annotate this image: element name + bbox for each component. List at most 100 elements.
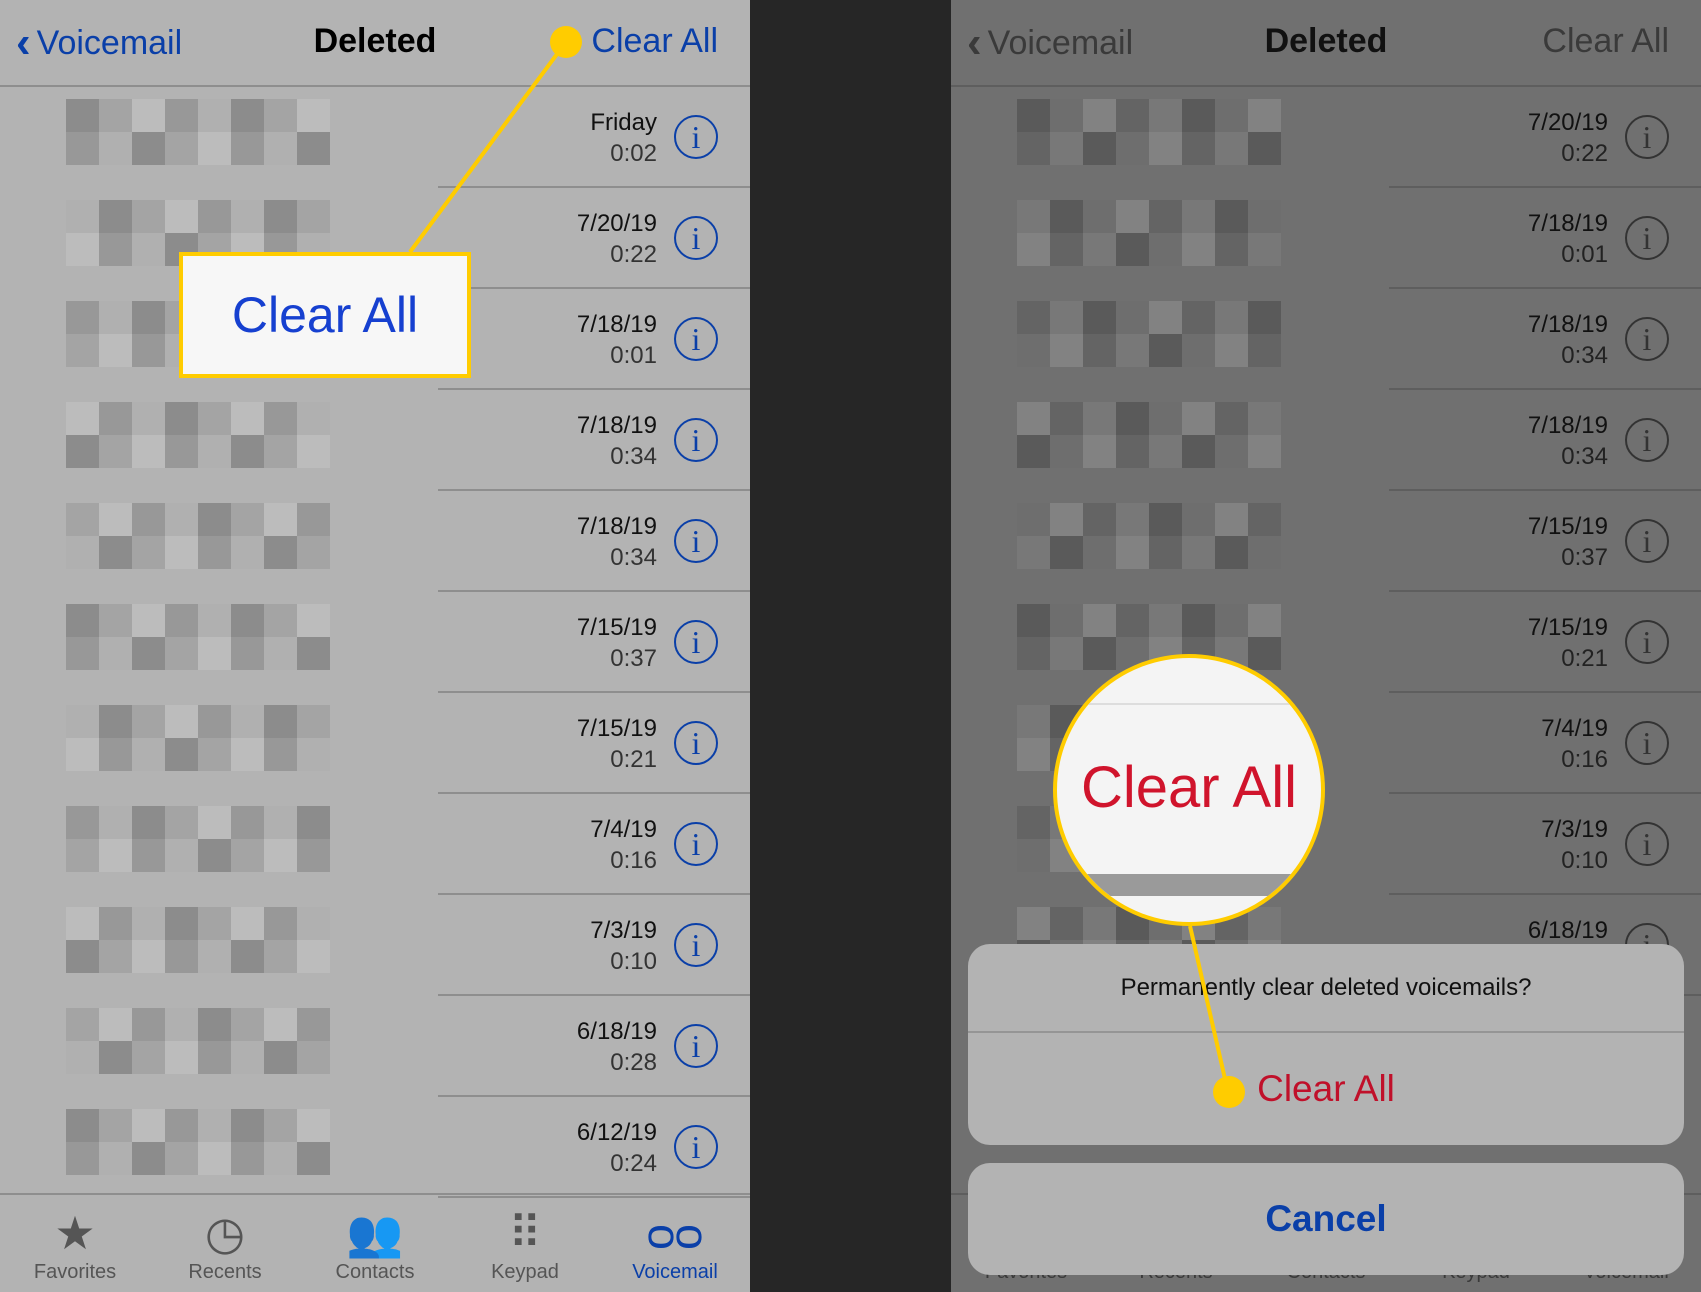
voicemail-row[interactable]: 7/4/19 0:16 i [0,794,750,895]
duration-text: 0:16 [610,847,657,874]
voicemail-date: 7/18/19 0:34 [577,410,657,472]
date-text: 7/15/19 [576,715,657,742]
voicemail-row[interactable]: 7/20/19 0:22 i [951,87,1701,188]
info-icon[interactable]: i [674,317,718,361]
confirm-clear-all-button[interactable]: Clear All [968,1033,1684,1145]
tab-recents[interactable]: ◷Recents [150,1195,300,1292]
date-text: 7/20/19 [576,210,657,237]
sheet-message: Permanently clear deleted voicemails? [1120,974,1532,1001]
voicemail-row[interactable]: Friday 0:02 i [0,87,750,188]
tab-keypad[interactable]: ⠿Keypad [450,1195,600,1292]
duration-text: 0:22 [610,241,657,268]
voicemail-row[interactable]: 7/3/19 0:10 i [0,895,750,996]
duration-text: 0:28 [610,1049,657,1076]
info-icon[interactable]: i [674,115,718,159]
date-text: 7/4/19 [590,816,657,843]
tab-voicemail[interactable]: ᴑᴑVoicemail [600,1195,750,1292]
info-icon[interactable]: i [674,923,718,967]
info-icon[interactable]: i [1625,317,1669,361]
voicemail-row[interactable]: 7/18/19 0:01 i [951,188,1701,289]
left-screen: ‹ Voicemail Deleted Clear All Friday 0:02 … [0,0,750,1292]
duration-text: 0:34 [1561,443,1608,470]
date-text: 7/15/19 [1527,513,1608,540]
date-text: 7/20/19 [1527,109,1608,136]
redacted-caller [1017,200,1281,266]
duration-text: 0:37 [1561,544,1608,571]
voicemail-row[interactable]: 7/18/19 0:34 i [0,390,750,491]
redacted-caller [66,604,330,670]
voicemail-row[interactable]: 7/18/19 0:34 i [0,491,750,592]
voicemail-date: 7/4/19 0:16 [1541,713,1608,775]
magnifier-circle: Clear All [1053,654,1325,926]
date-text: 7/15/19 [1527,614,1608,641]
date-text: 6/18/19 [1527,917,1608,944]
info-icon[interactable]: i [1625,620,1669,664]
voicemail-row[interactable]: 7/18/19 0:34 i [951,289,1701,390]
voicemail-row[interactable]: 7/15/19 0:37 i [0,592,750,693]
redacted-caller [1017,301,1281,367]
clear-all-button[interactable]: Clear All [1542,22,1669,61]
date-text: 7/3/19 [1541,816,1608,843]
info-icon[interactable]: i [674,1024,718,1068]
info-icon[interactable]: i [1625,418,1669,462]
info-icon[interactable]: i [674,721,718,765]
info-icon[interactable]: i [1625,721,1669,765]
voicemail-row[interactable]: 7/15/19 0:21 i [951,592,1701,693]
voicemail-date: Friday 0:02 [590,107,657,169]
redacted-caller [66,806,330,872]
tab-contacts[interactable]: 👥Contacts [300,1195,450,1292]
info-icon[interactable]: i [674,620,718,664]
info-icon[interactable]: i [1625,822,1669,866]
tab-favorites[interactable]: ★Favorites [0,1195,150,1292]
right-screen: ‹ Voicemail Deleted Clear All 7/20/19 0:22… [951,0,1701,1292]
duration-text: 0:24 [610,1150,657,1177]
tab-label: Contacts [335,1261,415,1283]
date-text: 7/18/19 [1527,412,1608,439]
info-icon[interactable]: i [674,519,718,563]
star-icon: ★ [54,1207,96,1259]
date-text: 6/18/19 [576,1018,657,1045]
voicemail-row[interactable]: 6/18/19 0:28 i [0,996,750,1097]
redacted-caller [66,99,330,165]
voicemail-row[interactable]: 7/15/19 0:21 i [0,693,750,794]
voicemail-date: 7/18/19 0:34 [1528,309,1608,371]
voicemail-date: 7/15/19 0:21 [577,713,657,775]
redacted-caller [66,1008,330,1074]
voicemail-icon: ᴑᴑ [647,1207,703,1259]
contacts-icon: 👥 [346,1207,404,1259]
voicemail-row[interactable]: 7/15/19 0:37 i [951,491,1701,592]
duration-text: 0:01 [1561,241,1608,268]
voicemail-date: 7/20/19 0:22 [1528,107,1608,169]
info-icon[interactable]: i [674,216,718,260]
duration-text: 0:16 [1561,746,1608,773]
duration-text: 0:01 [610,342,657,369]
info-icon[interactable]: i [674,418,718,462]
voicemail-date: 7/20/19 0:22 [577,208,657,270]
redacted-caller [1017,99,1281,165]
nav-bar: ‹ Voicemail Deleted Clear All [951,0,1701,87]
clear-all-button[interactable]: Clear All [591,22,718,61]
tab-label: Keypad [491,1261,559,1283]
date-text: 7/18/19 [576,513,657,540]
info-icon[interactable]: i [674,822,718,866]
duration-text: 0:10 [1561,847,1608,874]
duration-text: 0:22 [1561,140,1608,167]
voicemail-date: 6/18/19 [1528,915,1608,946]
action-sheet: Permanently clear deleted voicemails? Cl… [968,944,1684,1145]
info-icon[interactable]: i [1625,519,1669,563]
tab-label: Recents [188,1261,262,1283]
date-text: 6/12/19 [576,1119,657,1146]
duration-text: 0:10 [610,948,657,975]
voicemail-row[interactable]: 7/18/19 0:34 i [951,390,1701,491]
info-icon[interactable]: i [1625,115,1669,159]
voicemail-date: 7/3/19 0:10 [590,915,657,977]
date-text: 7/18/19 [1527,210,1608,237]
nav-bar: ‹ Voicemail Deleted Clear All [0,0,750,87]
date-text: Friday [590,109,657,136]
voicemail-date: 7/15/19 0:37 [577,612,657,674]
info-icon[interactable]: i [1625,216,1669,260]
cancel-button[interactable]: Cancel [968,1163,1684,1275]
info-icon[interactable]: i [674,1125,718,1169]
voicemail-row[interactable]: 6/12/19 0:24 i [0,1097,750,1198]
date-text: 7/15/19 [576,614,657,641]
